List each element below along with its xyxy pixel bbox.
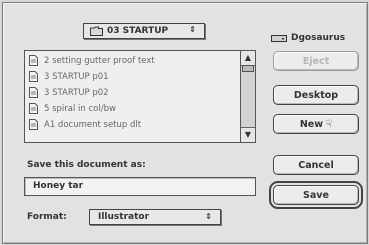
scroll-up-arrow-icon[interactable]: ▲ [241,51,255,66]
document-icon [29,119,38,130]
scroll-thumb[interactable] [242,65,254,72]
file-name: A1 document setup dlt [44,119,142,130]
format-popup[interactable]: Illustrator ⇕ [89,209,221,225]
hard-disk-icon [271,33,287,43]
document-icon [29,87,38,98]
save-button[interactable]: Save [269,181,363,209]
popup-arrows-icon: ⇕ [205,212,212,221]
file-name: 5 spiral in col/bw [44,103,116,114]
hand-cursor-icon: ☟ [326,118,333,130]
cancel-button-label: Cancel [298,159,334,171]
list-item[interactable]: 3 STARTUP p02 [25,86,239,99]
file-name: 2 setting gutter proof text [44,55,155,66]
folder-popup-label: 03 STARTUP [107,26,169,36]
desktop-button-label: Desktop [293,89,339,101]
save-button-label: Save [303,189,329,201]
list-item[interactable]: A1 document setup dlt [25,118,239,131]
document-icon [29,71,38,82]
cancel-button[interactable]: Cancel [273,155,359,175]
file-list[interactable]: 2 setting gutter proof text 3 STARTUP p0… [24,50,256,143]
scroll-down-arrow-icon[interactable]: ▼ [241,127,255,142]
save-dialog: 03 STARTUP ⇕ Dgosaurus 2 setting gutter … [2,2,368,244]
list-item[interactable]: 5 spiral in col/bw [25,102,239,115]
file-list-scrollbar[interactable]: ▲ ▼ [240,51,255,142]
file-name: 3 STARTUP p02 [44,87,109,98]
folder-icon [90,26,103,36]
document-icon [29,103,38,114]
disk-area: Dgosaurus [271,33,345,43]
save-as-label: Save this document as: [27,160,146,170]
file-name: 3 STARTUP p01 [44,71,109,82]
popup-arrows-icon: ⇕ [189,25,196,34]
list-item[interactable]: 2 setting gutter proof text [25,54,239,67]
document-name-field[interactable]: Honey tar [24,177,256,196]
list-item[interactable]: 3 STARTUP p01 [25,70,239,83]
eject-button[interactable]: Eject [273,51,359,71]
disk-name: Dgosaurus [291,33,346,43]
folder-popup[interactable]: 03 STARTUP ⇕ [83,23,205,39]
format-label: Format: [27,212,67,222]
document-icon [29,55,38,66]
new-folder-button[interactable]: New ☟ [273,114,359,134]
new-button-label: New [299,118,324,130]
format-value: Illustrator [98,212,150,222]
desktop-button[interactable]: Desktop [273,85,359,105]
eject-button-label: Eject [302,55,330,67]
